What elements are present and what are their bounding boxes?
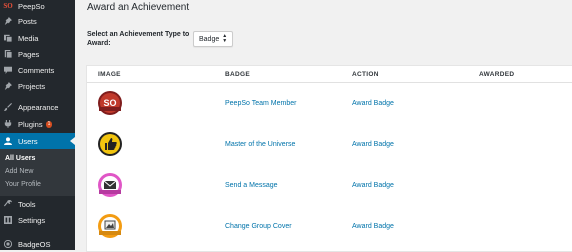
badge-name[interactable]: PeepSo Team Member — [225, 100, 296, 107]
sidebar-item-comments[interactable]: Comments — [0, 62, 75, 78]
sidebar-item-label: Plugins — [18, 119, 43, 129]
award-badge-link[interactable]: Award Badge — [352, 182, 394, 189]
achievements-table: IMAGE BADGE ACTION AWARDED SO PeepSo Tea… — [86, 65, 572, 252]
sidebar-item-label: Tools — [18, 199, 36, 209]
settings-icon — [4, 216, 12, 224]
sidebar-item-settings[interactable]: Settings — [0, 212, 75, 228]
sidebar-item-posts[interactable]: Posts — [0, 13, 75, 29]
page-icon — [4, 50, 12, 58]
achievement-type-label: Select an Achievement Type to Award: — [87, 31, 190, 47]
sidebar-item-label: Settings — [18, 215, 46, 225]
pin-icon — [4, 82, 12, 90]
sidebar-item-users[interactable]: Users — [0, 133, 75, 149]
cover-badge-icon — [98, 214, 122, 238]
table-row: SO PeepSo Team Member Award Badge — [87, 84, 572, 124]
sidebar-item-label: Posts — [18, 16, 37, 26]
svg-text:SO: SO — [103, 98, 116, 108]
sidebar-item-plugins[interactable]: Plugins 1 — [0, 116, 75, 132]
media-icon — [4, 34, 12, 42]
sidebar-item-label: Appearance — [18, 102, 59, 112]
achievement-type-select[interactable]: Badge ▲ ▼ — [193, 31, 234, 47]
sidebar-item-projects[interactable]: Projects — [0, 78, 75, 94]
table-row: Send a Message Award Badge — [87, 166, 572, 206]
wrench-icon — [4, 200, 12, 208]
badge-name[interactable]: Change Group Cover — [225, 223, 292, 230]
sidebar-item-label: Comments — [18, 65, 55, 75]
submenu-add-new[interactable]: Add New — [5, 168, 33, 175]
sidebar-item-label: PeepSo — [18, 1, 45, 11]
column-header-awarded: AWARDED — [479, 71, 515, 78]
badge-name[interactable]: Master of the Universe — [225, 141, 295, 148]
sidebar-item-label: Media — [18, 33, 39, 43]
update-count-badge: 1 — [45, 120, 53, 128]
badgeos-icon — [4, 240, 12, 248]
column-header-badge: BADGE — [225, 71, 250, 78]
award-badge-link[interactable]: Award Badge — [352, 141, 394, 148]
badge-name[interactable]: Send a Message — [225, 182, 278, 189]
table-row: Master of the Universe Award Badge — [87, 125, 572, 165]
header-divider — [87, 82, 572, 83]
plug-icon — [4, 120, 12, 128]
submenu-all-users[interactable]: All Users — [5, 155, 35, 162]
peepso-badge-icon: SO — [98, 91, 122, 115]
sidebar-item-label: BadgeOS — [18, 239, 51, 249]
column-header-action: ACTION — [352, 71, 379, 78]
sidebar-item-peepso[interactable]: SO PeepSo — [0, 0, 75, 14]
pin-icon — [4, 17, 12, 25]
column-header-image: IMAGE — [98, 71, 121, 78]
sidebar-item-media[interactable]: Media — [0, 30, 75, 46]
select-value: Badge — [199, 35, 220, 43]
award-badge-link[interactable]: Award Badge — [352, 223, 394, 230]
sidebar-item-label: Projects — [18, 81, 46, 91]
brush-icon — [4, 103, 12, 111]
envelope-badge-icon — [98, 173, 122, 197]
page-title: Award an Achievement — [87, 2, 190, 13]
submenu-your-profile[interactable]: Your Profile — [5, 181, 41, 188]
sidebar-item-pages[interactable]: Pages — [0, 46, 75, 62]
thumbs-up-badge-icon — [98, 132, 122, 156]
sidebar-item-appearance[interactable]: Appearance — [0, 99, 75, 115]
users-submenu: All Users Add New Your Profile — [0, 149, 75, 196]
user-icon — [4, 137, 12, 145]
comment-icon — [4, 66, 12, 74]
peepso-icon: SO — [3, 2, 13, 10]
admin-sidebar: SO PeepSo Posts Media Pages Comments Pro… — [0, 0, 75, 250]
sidebar-item-label: Users — [18, 136, 38, 146]
main-content: Award an Achievement Select an Achieveme… — [75, 0, 572, 252]
table-row: Change Group Cover Award Badge — [87, 207, 572, 247]
sidebar-item-label: Pages — [18, 49, 40, 59]
award-badge-link[interactable]: Award Badge — [352, 100, 394, 107]
sidebar-item-tools[interactable]: Tools — [0, 196, 75, 212]
select-arrows-icon: ▲ ▼ — [222, 33, 228, 44]
